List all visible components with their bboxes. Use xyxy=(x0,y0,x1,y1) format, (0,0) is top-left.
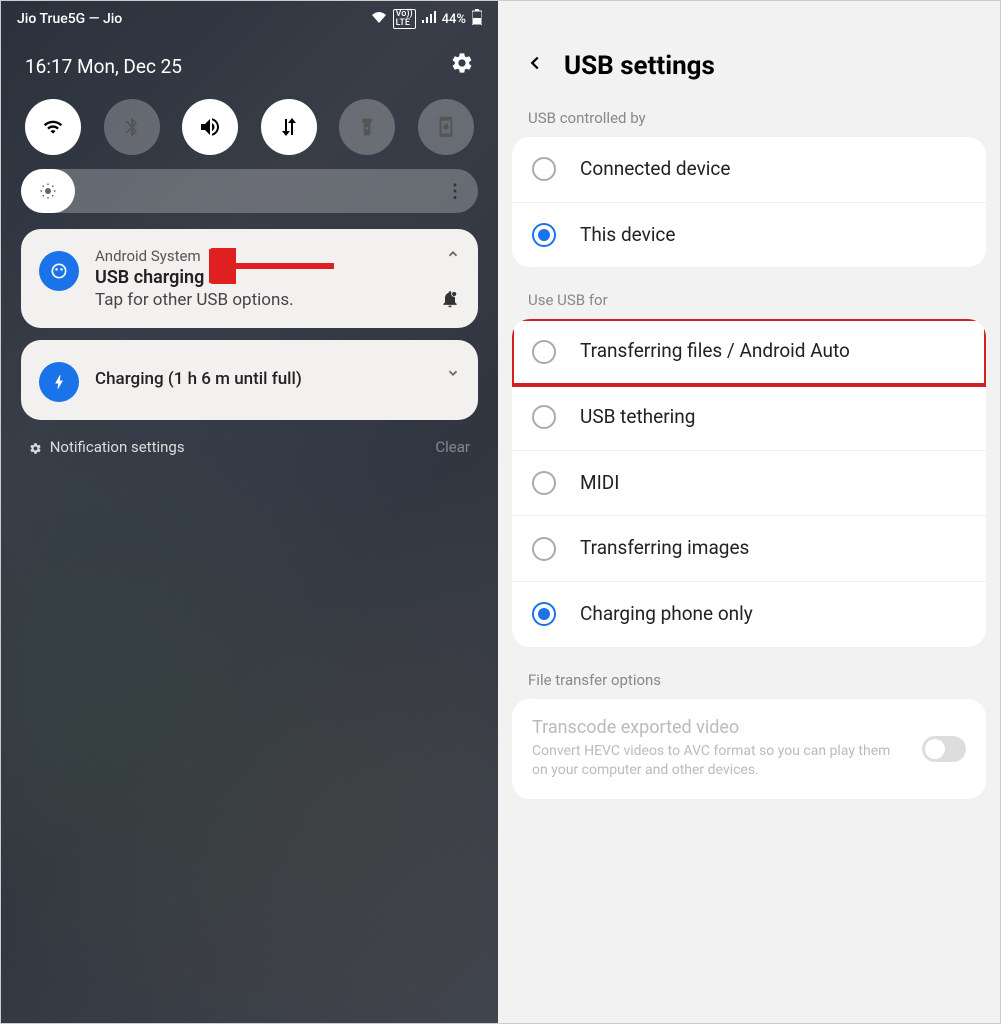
section-file-transfer-options: File transfer options xyxy=(498,671,1000,699)
radio-transferring-images[interactable]: Transferring images xyxy=(512,516,986,582)
notification-body: Tap for other USB options. xyxy=(95,290,460,310)
brightness-menu-icon[interactable]: ⋮ xyxy=(446,181,464,202)
toggle-title: Transcode exported video xyxy=(532,717,906,738)
wifi-tile[interactable] xyxy=(25,99,81,155)
sound-tile[interactable] xyxy=(182,99,238,155)
battery-percent: 44% xyxy=(442,12,466,27)
flashlight-tile[interactable] xyxy=(339,99,395,155)
radio-icon xyxy=(532,471,556,495)
charging-title: Charging (1 h 6 m until full) xyxy=(95,369,460,389)
quick-settings-tiles xyxy=(1,91,498,169)
charging-notification[interactable]: Charging (1 h 6 m until full) xyxy=(21,340,478,420)
signal-icon xyxy=(422,11,436,27)
notification-settings-link[interactable]: Notification settings xyxy=(29,438,185,456)
status-bar: Jio True5G — Jio Vo))LTE 44% xyxy=(1,1,498,37)
brightness-slider[interactable]: ⋮ xyxy=(21,169,478,213)
radio-charging-only[interactable]: Charging phone only xyxy=(512,582,986,647)
radio-transferring-files[interactable]: Transferring files / Android Auto xyxy=(512,319,986,385)
radio-icon xyxy=(532,340,556,364)
wifi-icon xyxy=(371,11,387,27)
radio-usb-tethering[interactable]: USB tethering xyxy=(512,385,986,451)
android-system-icon xyxy=(39,251,79,291)
status-icons: Vo))LTE 44% xyxy=(371,9,482,29)
use-usb-for-group: Transferring files / Android Auto USB te… xyxy=(512,319,986,646)
transcode-video-toggle-row[interactable]: Transcode exported video Convert HEVC vi… xyxy=(512,699,986,799)
section-usb-controlled-by: USB controlled by xyxy=(498,109,1000,137)
annotation-arrow xyxy=(209,248,339,284)
bluetooth-tile[interactable] xyxy=(104,99,160,155)
radio-icon xyxy=(532,405,556,429)
radio-icon xyxy=(532,537,556,561)
rotation-tile[interactable] xyxy=(418,99,474,155)
carrier-label: Jio True5G — Jio xyxy=(17,11,122,27)
usb-controlled-by-group: Connected device This device xyxy=(512,137,986,267)
quick-settings-header: 16:17 Mon, Dec 25 xyxy=(1,37,498,91)
time-date: 16:17 Mon, Dec 25 xyxy=(25,55,182,78)
toggle-description: Convert HEVC videos to AVC format so you… xyxy=(532,742,906,781)
collapse-chevron-icon[interactable] xyxy=(446,247,460,265)
clear-all-button[interactable]: Clear xyxy=(435,438,470,456)
page-title: USB settings xyxy=(564,51,715,81)
data-tile[interactable] xyxy=(261,99,317,155)
notification-bell-icon[interactable] xyxy=(440,289,460,314)
notification-footer: Notification settings Clear xyxy=(1,432,498,462)
back-button[interactable] xyxy=(524,51,546,81)
notification-shade-screenshot: Jio True5G — Jio Vo))LTE 44% 16:17 Mon, … xyxy=(1,1,498,1023)
battery-icon xyxy=(472,9,482,29)
section-use-usb-for: Use USB for xyxy=(498,291,1000,319)
settings-gear-icon[interactable] xyxy=(450,51,474,81)
toggle-switch[interactable] xyxy=(922,736,966,762)
radio-icon xyxy=(532,602,556,626)
radio-midi[interactable]: MIDI xyxy=(512,451,986,517)
radio-icon xyxy=(532,157,556,181)
expand-chevron-icon[interactable] xyxy=(446,366,460,384)
radio-this-device[interactable]: This device xyxy=(512,203,986,268)
radio-icon xyxy=(532,223,556,247)
brightness-thumb[interactable] xyxy=(21,169,75,213)
usb-settings-screen: USB settings USB controlled by Connected… xyxy=(498,1,1000,1023)
radio-connected-device[interactable]: Connected device xyxy=(512,137,986,203)
charging-icon xyxy=(39,362,79,402)
settings-header: USB settings xyxy=(498,1,1000,109)
volte-icon: Vo))LTE xyxy=(393,9,416,29)
